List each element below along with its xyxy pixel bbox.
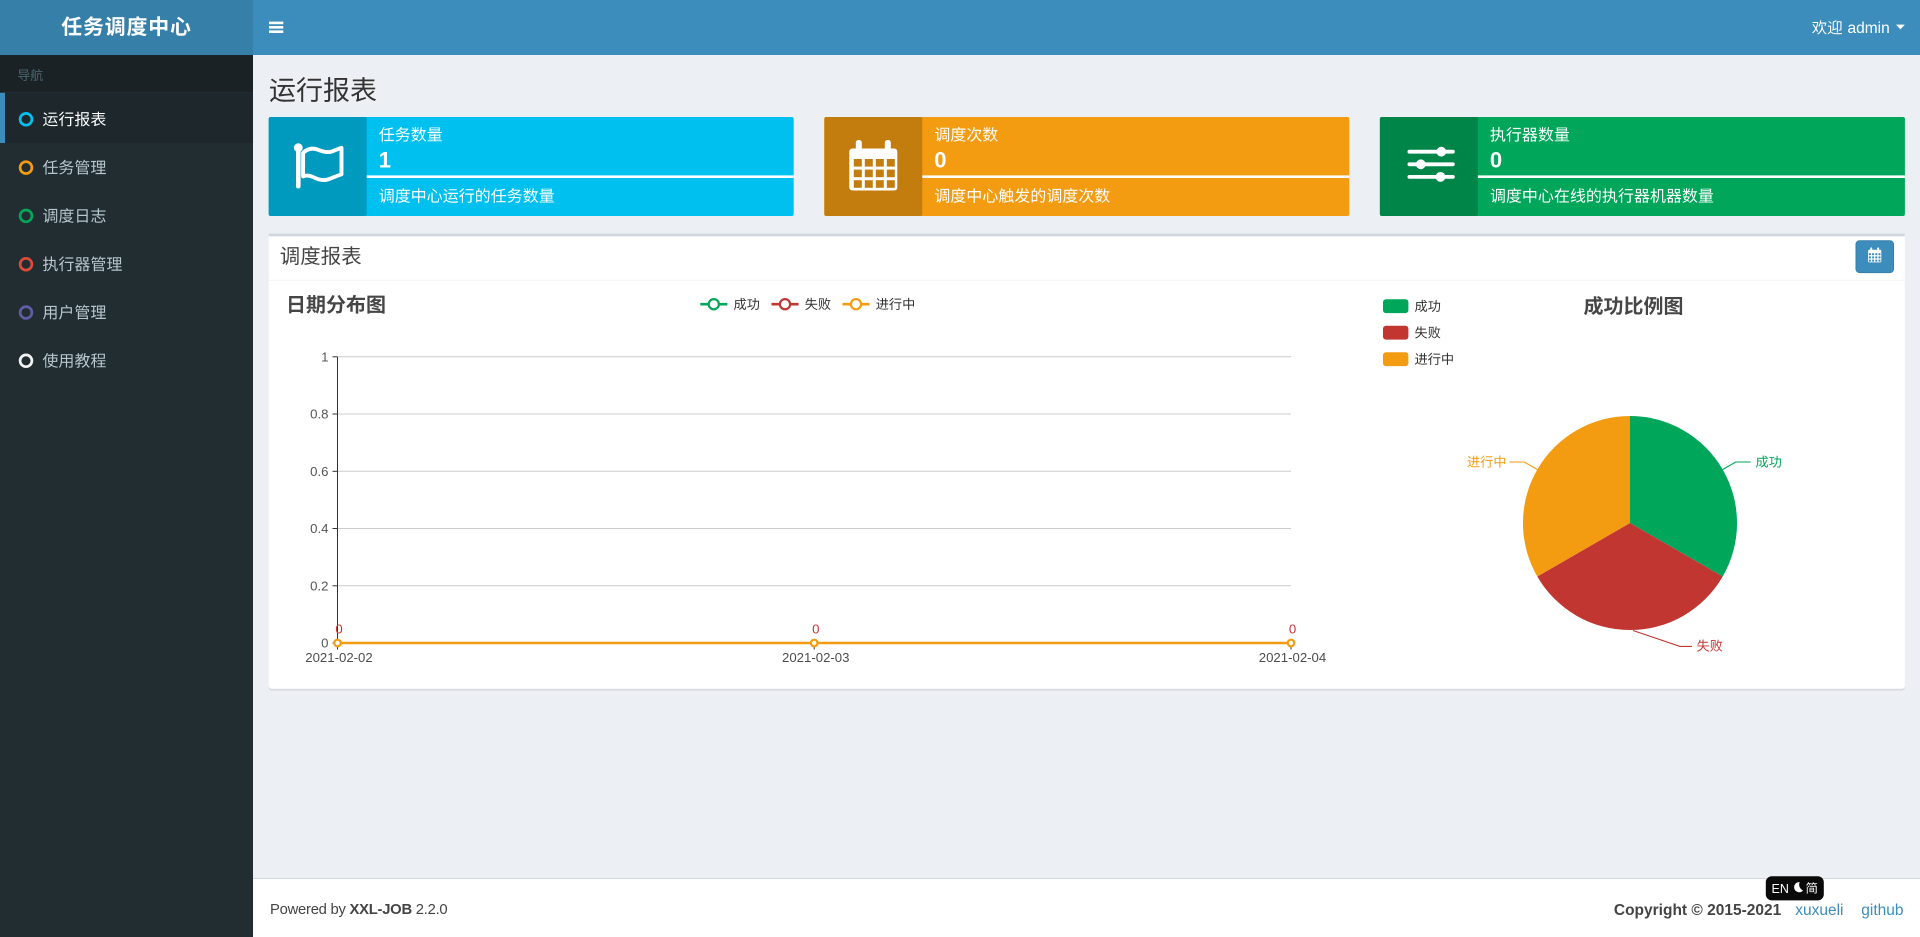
svg-text:0.4: 0.4 [310, 521, 328, 536]
svg-text:2021-02-04: 2021-02-04 [1259, 650, 1326, 665]
svg-text:0: 0 [934, 148, 946, 173]
svg-text:EN: EN [1772, 882, 1789, 896]
svg-text:0: 0 [321, 636, 328, 651]
svg-text:0: 0 [1490, 148, 1502, 173]
svg-text:2021-02-03: 2021-02-03 [782, 650, 849, 665]
svg-text:Copyright © 2015-2021xuxueli: Copyright © 2015-2021 xuxueli [1614, 902, 1844, 919]
svg-text:0.6: 0.6 [310, 464, 328, 479]
svg-text:admin: admin [1848, 20, 1890, 37]
svg-text:Powered by XXL-JOB 2.2.0: Powered by XXL-JOB 2.2.0 [270, 902, 447, 918]
svg-text:0: 0 [1289, 622, 1296, 637]
svg-text:0.8: 0.8 [310, 407, 328, 422]
svg-text:1: 1 [379, 148, 391, 173]
svg-text:1: 1 [321, 349, 328, 364]
svg-text:2021-02-02: 2021-02-02 [305, 650, 372, 665]
svg-text:github: github [1861, 902, 1903, 919]
svg-text:0: 0 [335, 622, 342, 637]
svg-text:0.2: 0.2 [310, 578, 328, 593]
svg-text:0: 0 [812, 622, 819, 637]
